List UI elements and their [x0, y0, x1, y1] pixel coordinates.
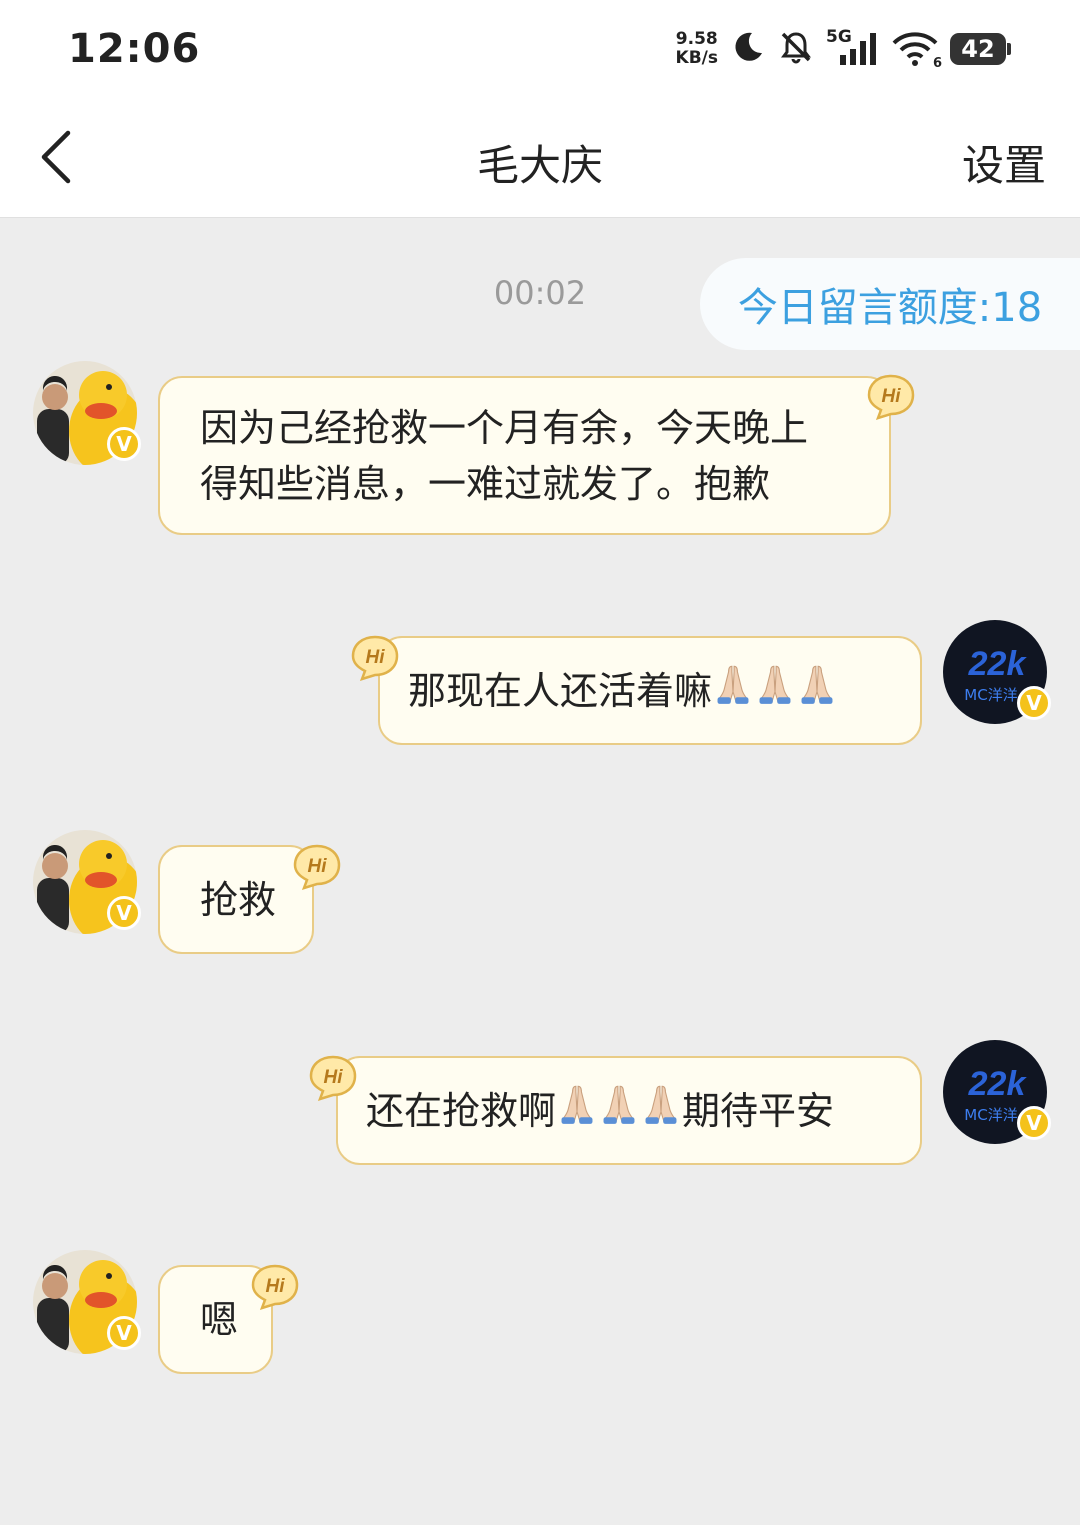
verified-badge-icon: V [1017, 686, 1051, 720]
svg-text:Hi: Hi [324, 1067, 344, 1088]
svg-text:Hi: Hi [366, 647, 386, 668]
message-text: 嗯 [200, 1297, 239, 1342]
message-text: 还在抢救啊 [366, 1088, 557, 1133]
message-text-suffix: 期待平安 [682, 1088, 835, 1133]
status-time: 12:06 [68, 26, 201, 72]
verified-badge-icon: V [107, 427, 141, 461]
message-text: 抢救 [200, 877, 277, 922]
cellular-signal-icon: 5G [826, 27, 880, 69]
verified-badge-icon: V [107, 1316, 141, 1350]
contact-avatar[interactable]: V [33, 830, 141, 934]
folded-hands-emoji-group [712, 661, 838, 720]
hi-badge-icon: Hi [866, 373, 916, 421]
hi-badge-icon: Hi [308, 1054, 358, 1102]
contact-avatar[interactable]: V [33, 361, 141, 465]
status-icons: 9.58 KB/s 5G 6 42 [676, 26, 1011, 72]
self-avatar-text: MC洋洋 [964, 1106, 1017, 1124]
page-title: 毛大庆 [476, 141, 603, 190]
settings-button[interactable]: 设置 [962, 132, 1046, 193]
hi-badge-icon: Hi [292, 843, 342, 891]
message-bubble-received[interactable]: 因为己经抢救一个月有余，今天晚上 得知些消息，一难过就发了。抱歉 [158, 376, 891, 535]
chat-area[interactable]: 00:02 今日留言额度:18 V 因为己经抢救一个月有余，今天晚上 得知些消息… [0, 218, 1080, 1525]
contact-avatar[interactable]: V [33, 1250, 141, 1354]
bell-muted-icon [778, 29, 814, 69]
folded-hands-emoji-icon [755, 663, 795, 720]
folded-hands-emoji-icon [557, 1083, 597, 1140]
wifi-icon: 6 [892, 29, 942, 71]
svg-text:22k: 22k [968, 1065, 1028, 1103]
folded-hands-emoji-icon [641, 1083, 681, 1140]
wifi-level: 6 [932, 56, 942, 71]
net-speed: 9.58 KB/s [676, 30, 718, 68]
folded-hands-emoji-icon [797, 663, 837, 720]
message-bubble-received[interactable]: 抢救 [158, 845, 314, 954]
verified-badge-icon: V [1017, 1106, 1051, 1140]
message-bubble-sent[interactable]: 还在抢救啊 期待平安 [336, 1056, 922, 1165]
self-avatar-text: MC洋洋 [964, 686, 1017, 704]
hi-badge-icon: Hi [350, 634, 400, 682]
moon-icon [730, 29, 766, 69]
message-quota-badge: 今日留言额度:18 [700, 258, 1080, 350]
battery-level: 42 [961, 35, 995, 63]
verified-badge-icon: V [107, 896, 141, 930]
message-text: 因为己经抢救一个月有余，今天晚上 得知些消息，一难过就发了。抱歉 [200, 406, 809, 506]
folded-hands-emoji-group [556, 1081, 682, 1140]
svg-text:Hi: Hi [266, 1276, 286, 1297]
folded-hands-emoji-icon [599, 1083, 639, 1140]
message-bubble-sent[interactable]: 那现在人还活着嘛 [378, 636, 922, 745]
svg-text:22k: 22k [968, 645, 1028, 683]
folded-hands-emoji-icon [713, 663, 753, 720]
chat-header: 毛大庆 设置 [0, 100, 1080, 218]
self-avatar[interactable]: 22k MC洋洋 V [943, 1040, 1051, 1144]
svg-text:Hi: Hi [308, 856, 328, 877]
net-speed-unit: KB/s [675, 48, 718, 68]
net-speed-value: 9.58 [675, 29, 718, 49]
self-avatar[interactable]: 22k MC洋洋 V [943, 620, 1051, 724]
battery-icon: 42 [950, 33, 1011, 65]
svg-text:Hi: Hi [882, 386, 902, 407]
message-text: 那现在人还活着嘛 [408, 668, 713, 713]
hi-badge-icon: Hi [250, 1263, 300, 1311]
status-bar: 12:06 9.58 KB/s 5G 6 42 [0, 0, 1080, 100]
